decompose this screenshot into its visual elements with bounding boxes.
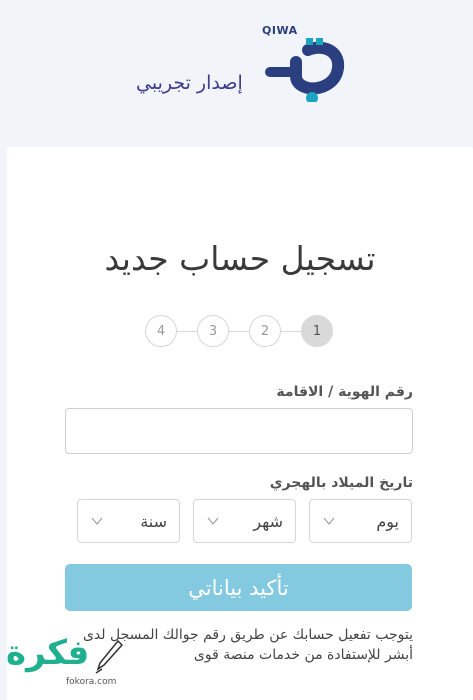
year-select-label: سنة: [140, 511, 167, 531]
watermark-text: فكرة: [6, 633, 90, 673]
stepper-line: [160, 331, 320, 332]
page-title: تسجيل حساب جديد: [104, 239, 376, 278]
qiwa-logo[interactable]: QIWA إصدار تجريبي: [130, 22, 345, 102]
id-number-input[interactable]: [65, 408, 413, 454]
step-3: 3: [197, 315, 229, 347]
step-1-active: 1: [301, 315, 333, 347]
progress-stepper: 4 3 2 1: [145, 315, 335, 349]
id-number-label: رقم الهوية / الاقامة: [276, 384, 413, 400]
step-4: 4: [145, 315, 177, 347]
chevron-down-icon: [207, 517, 219, 525]
month-select[interactable]: شهر: [193, 499, 296, 543]
year-select[interactable]: سنة: [77, 499, 180, 543]
logo-subtitle: إصدار تجريبي: [136, 72, 243, 94]
fekra-watermark: فكرة fokora.com: [6, 633, 131, 693]
pen-icon: [95, 639, 124, 674]
day-select-label: يوم: [376, 511, 399, 531]
watermark-url: fokora.com: [66, 677, 117, 687]
chevron-down-icon: [91, 517, 103, 525]
day-select[interactable]: يوم: [309, 499, 412, 543]
qiwa-logo-mark-icon: [265, 38, 345, 102]
confirm-data-button[interactable]: تأكيد بياناتي: [65, 564, 412, 611]
registration-card: تسجيل حساب جديد 4 3 2 1 رقم الهوية / الا…: [7, 147, 473, 700]
month-select-label: شهر: [253, 511, 283, 531]
step-2: 2: [249, 315, 281, 347]
page-header: QIWA إصدار تجريبي: [0, 0, 473, 146]
chevron-down-icon: [323, 517, 335, 525]
hijri-dob-label: تاريخ الميلاد بالهجري: [269, 475, 413, 491]
